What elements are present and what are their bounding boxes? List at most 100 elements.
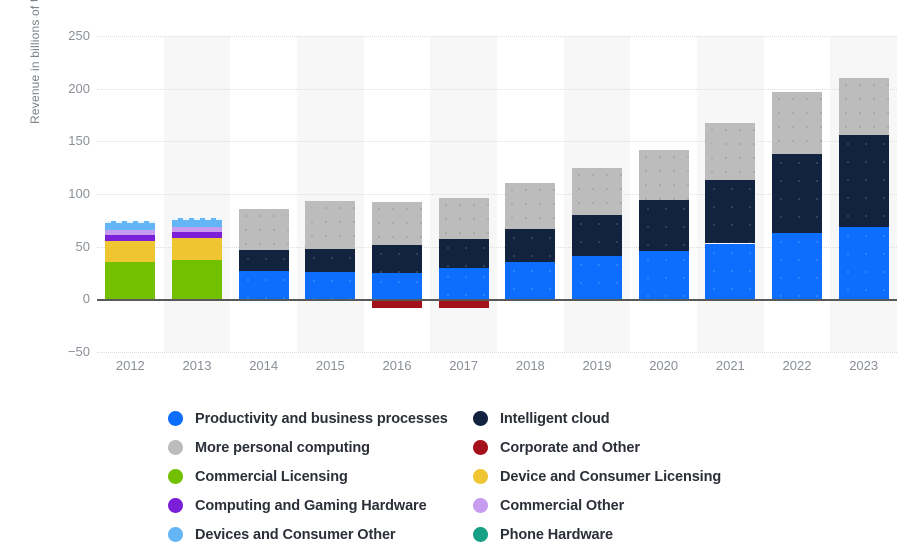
- bar-segment[interactable]: [505, 262, 556, 300]
- bar-segment[interactable]: [238, 208, 289, 250]
- bar-group[interactable]: [505, 36, 556, 352]
- bar-segment[interactable]: [638, 250, 689, 300]
- bar-segment[interactable]: [438, 198, 489, 240]
- bar-segment[interactable]: [772, 91, 822, 155]
- legend-item-label: Corporate and Other: [500, 439, 640, 456]
- legend-item-label: Productivity and business processes: [195, 410, 448, 427]
- bar-group[interactable]: [705, 36, 756, 352]
- legend-item[interactable]: Commercial Licensing: [168, 462, 448, 491]
- bar-segment[interactable]: [505, 228, 556, 263]
- bar-segment[interactable]: [438, 267, 489, 300]
- bar-segment[interactable]: [105, 260, 156, 300]
- bar-segment[interactable]: [105, 221, 156, 230]
- bar-segment[interactable]: [372, 273, 422, 300]
- bar-segment[interactable]: [238, 270, 289, 300]
- bar-segment[interactable]: [305, 271, 356, 300]
- legend-item-label: Commercial Licensing: [195, 468, 348, 485]
- x-axis-tick-label-2017: 2017: [449, 358, 479, 373]
- chart-container: Revenue in billions of U.S. dollars 250 2…: [0, 0, 909, 556]
- y-axis-tick-label: 150: [68, 133, 90, 149]
- x-axis-tick-label-2022: 2022: [782, 358, 812, 373]
- legend-color-swatch-icon: [473, 440, 488, 455]
- bar-segment[interactable]: [638, 200, 689, 251]
- bar-segment[interactable]: [505, 183, 556, 230]
- bar-group[interactable]: [438, 36, 489, 352]
- bar-segment[interactable]: [638, 149, 689, 201]
- legend-item-label: Device and Consumer Licensing: [500, 468, 722, 485]
- bar-segment[interactable]: [172, 258, 222, 300]
- plot-area: [97, 36, 897, 353]
- x-axis-tick-label-2012: 2012: [115, 358, 145, 373]
- bar-segment[interactable]: [105, 239, 156, 263]
- y-axis-tick-label: 100: [68, 186, 90, 201]
- legend-color-swatch-icon: [473, 498, 488, 513]
- legend-item-label: Computing and Gaming Hardware: [195, 497, 427, 514]
- y-axis-tick-label: 250: [68, 28, 90, 43]
- legend-item[interactable]: Phone Hardware: [473, 520, 721, 549]
- legend-item-label: Devices and Consumer Other: [195, 526, 396, 543]
- legend-color-swatch-icon: [168, 498, 183, 513]
- bar-segment[interactable]: [772, 232, 822, 300]
- bar-group[interactable]: [572, 36, 622, 352]
- bar-segment[interactable]: [172, 218, 222, 227]
- legend-item[interactable]: Intelligent cloud: [473, 404, 721, 433]
- y-axis-tick-label: −50: [67, 344, 90, 359]
- legend-item[interactable]: Devices and Consumer Other: [168, 520, 448, 549]
- x-axis-tick-label-2018: 2018: [515, 358, 545, 373]
- legend-item[interactable]: Computing and Gaming Hardware: [168, 491, 448, 520]
- y-axis-tick-labels: 250 200 150 100 50 0 −50: [22, 28, 90, 359]
- bar-segment[interactable]: [705, 243, 756, 300]
- x-axis-tick-label-2015: 2015: [315, 358, 345, 373]
- legend-item[interactable]: More personal computing: [168, 433, 448, 462]
- legend-item-label: Intelligent cloud: [500, 410, 610, 427]
- x-axis-tick-label-2020: 2020: [649, 358, 679, 373]
- legend-item-label: Commercial Other: [500, 497, 625, 514]
- legend-item[interactable]: Device and Consumer Licensing: [473, 462, 721, 491]
- legend-item-label: More personal computing: [195, 439, 370, 456]
- legend-color-swatch-icon: [473, 411, 488, 426]
- bar-segment[interactable]: [838, 135, 889, 227]
- bar-segment[interactable]: [838, 78, 889, 135]
- bar-segment[interactable]: [572, 256, 622, 300]
- bar-segment[interactable]: [172, 236, 222, 261]
- legend-color-swatch-icon: [473, 469, 488, 484]
- x-axis-tick-label-2023: 2023: [849, 358, 879, 373]
- bar-segment[interactable]: [238, 249, 289, 271]
- bar-group[interactable]: [638, 36, 689, 352]
- legend-color-swatch-icon: [168, 411, 183, 426]
- y-axis-tick-label: 200: [68, 80, 90, 96]
- bar-group[interactable]: [372, 36, 422, 352]
- bar-segment[interactable]: [705, 180, 756, 244]
- y-axis-tick-label: 50: [75, 238, 90, 254]
- legend-color-swatch-icon: [168, 440, 183, 455]
- bar-segment[interactable]: [305, 201, 356, 250]
- legend-color-swatch-icon: [168, 527, 183, 542]
- bar-segment[interactable]: [305, 248, 356, 273]
- x-axis-tick-label-2021: 2021: [715, 358, 745, 373]
- bar-group[interactable]: [772, 36, 822, 352]
- bar-segment[interactable]: [572, 215, 622, 257]
- bar-segment[interactable]: [705, 123, 756, 181]
- bar-segment[interactable]: [572, 167, 622, 216]
- bar-segment[interactable]: [438, 239, 489, 269]
- bar-segment[interactable]: [838, 226, 889, 300]
- bar-group[interactable]: [838, 36, 889, 352]
- bar-group[interactable]: [172, 36, 222, 352]
- legend-color-swatch-icon: [168, 469, 183, 484]
- legend-item[interactable]: Commercial Other: [473, 491, 721, 520]
- x-axis-tick-label-2019: 2019: [582, 358, 612, 373]
- legend-column-left: Productivity and business processes More …: [168, 404, 448, 549]
- legend-color-swatch-icon: [473, 527, 488, 542]
- zero-axis-line: [97, 299, 897, 302]
- bar-segment[interactable]: [772, 153, 822, 233]
- legend-item[interactable]: Productivity and business processes: [168, 404, 448, 433]
- x-axis-tick-label-2016: 2016: [382, 358, 412, 373]
- bar-group[interactable]: [238, 36, 289, 352]
- bar-group[interactable]: [305, 36, 356, 352]
- legend-item-label: Phone Hardware: [500, 526, 614, 543]
- x-axis-tick-label-2014: 2014: [249, 358, 279, 373]
- bar-segment[interactable]: [372, 244, 422, 274]
- bar-segment[interactable]: [372, 202, 422, 245]
- legend-item[interactable]: Corporate and Other: [473, 433, 721, 462]
- bar-group[interactable]: [105, 36, 156, 352]
